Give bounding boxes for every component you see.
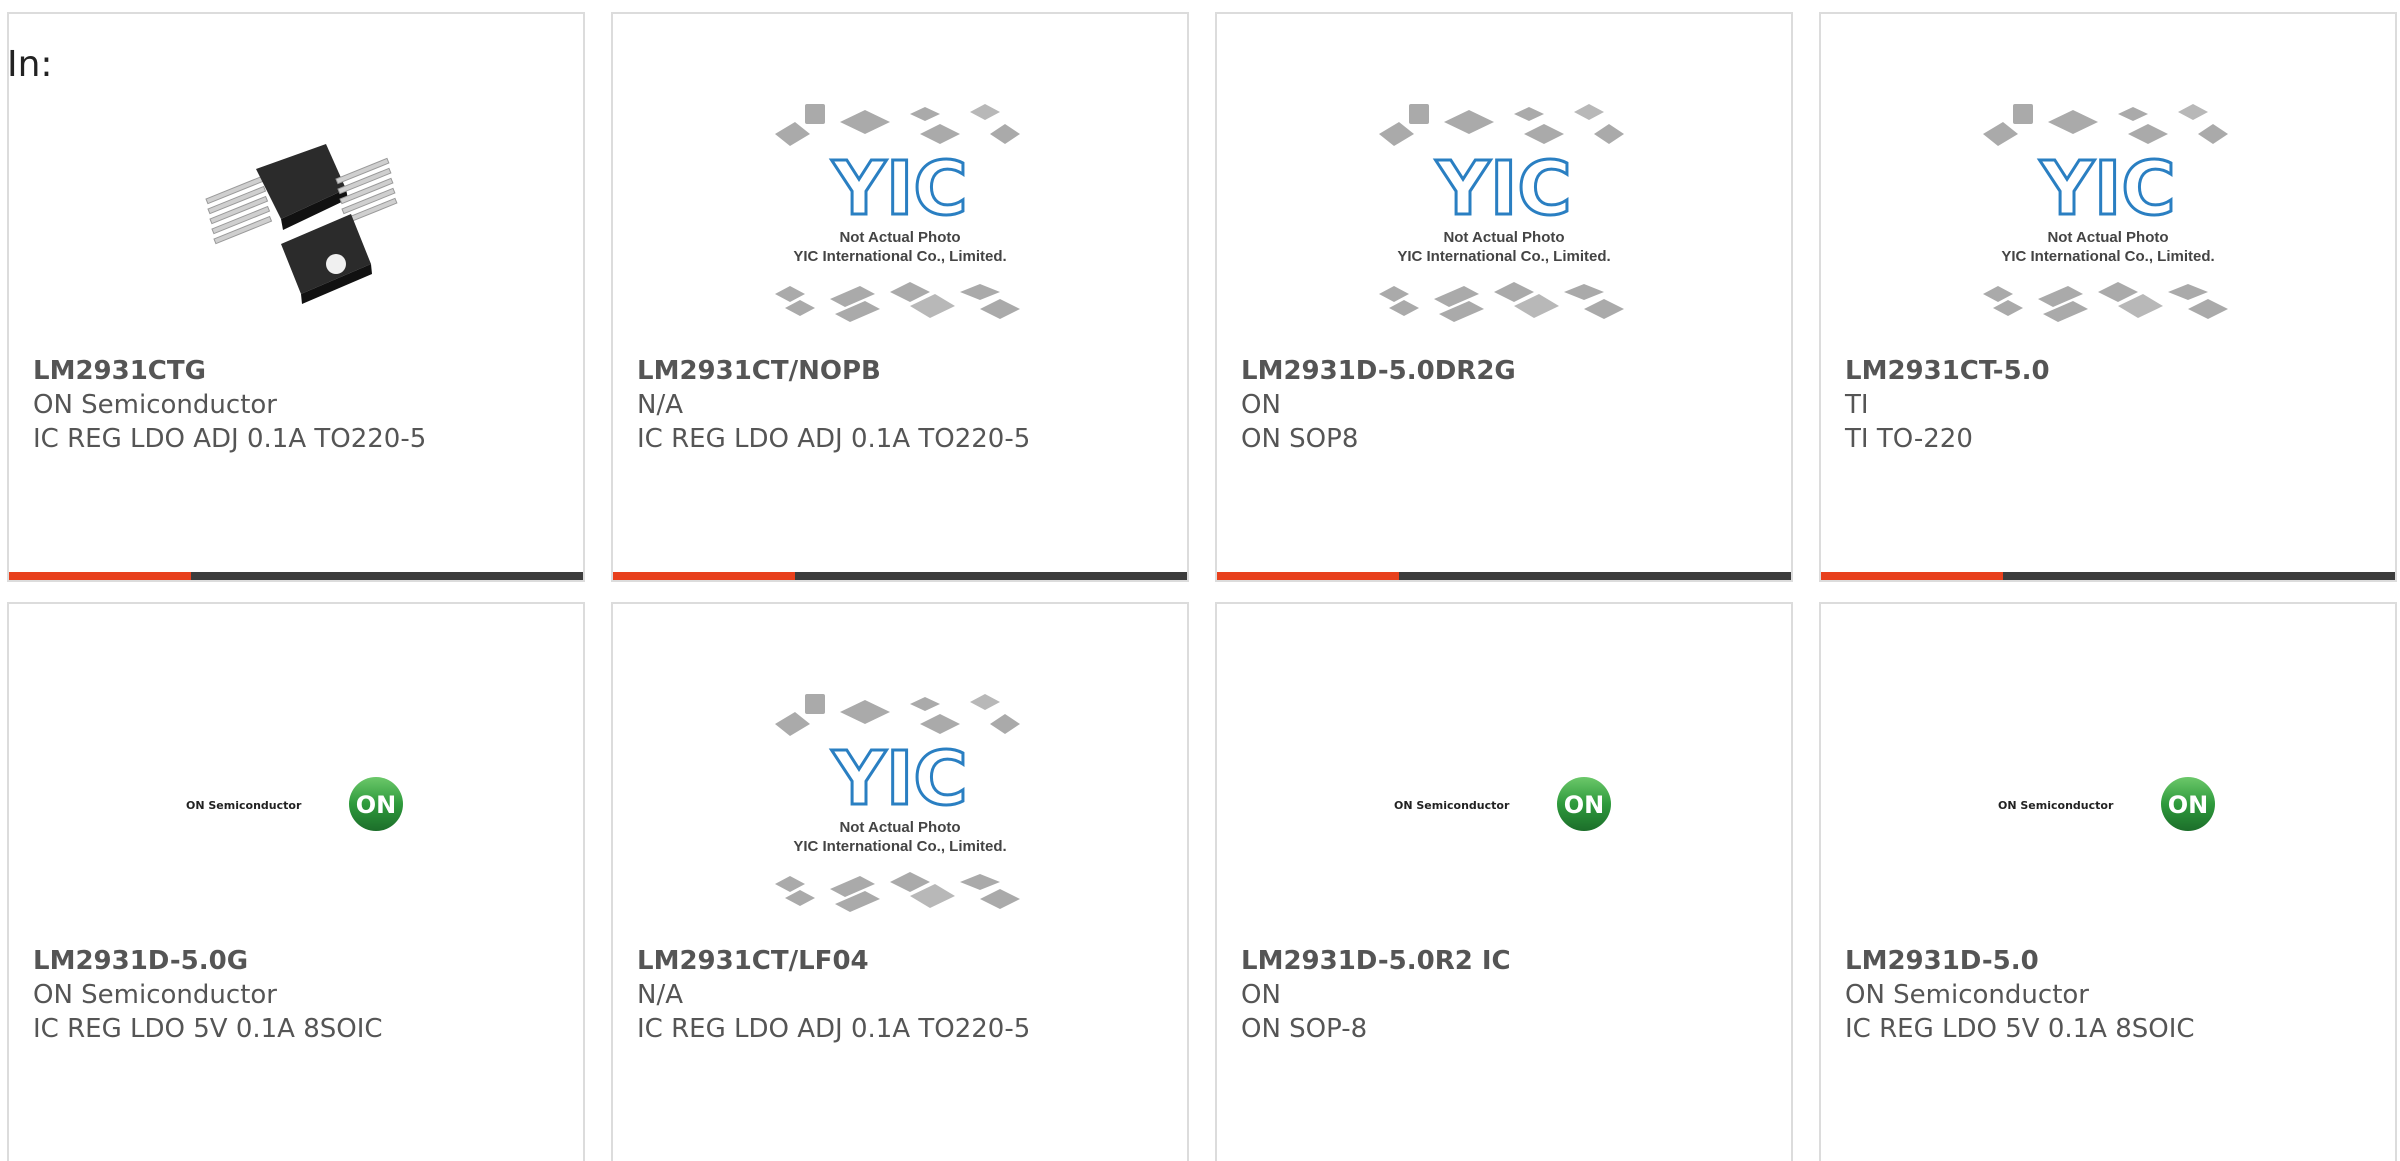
- manufacturer: TI: [1845, 390, 1869, 420]
- manufacturer: N/A: [637, 390, 683, 420]
- placeholder-line-2: YIC International Co., Limited.: [793, 838, 1006, 855]
- product-image[interactable]: YIC Not Actual Photo YIC International C…: [1821, 69, 2395, 359]
- card-underbar-accent: [9, 572, 191, 580]
- placeholder-line-2: YIC International Co., Limited.: [2001, 248, 2214, 265]
- yic-placeholder-image: YIC Not Actual Photo YIC International C…: [775, 694, 1020, 912]
- product-card[interactable]: ON Semiconductor ON LM2931D-5.0R2 IC ON …: [1215, 602, 1793, 1161]
- part-number-link[interactable]: LM2931CTG: [33, 354, 573, 388]
- part-number-link[interactable]: LM2931CT/NOPB: [637, 354, 1177, 388]
- filter-label: In:: [7, 44, 53, 85]
- product-image[interactable]: ON Semiconductor ON: [1821, 659, 2395, 949]
- part-number-link[interactable]: LM2931D-5.0R2 IC: [1241, 944, 1781, 978]
- on-wordmark: ON Semiconductor: [1394, 799, 1510, 812]
- card-underbar: [9, 572, 583, 580]
- on-badge: ON: [2168, 791, 2209, 819]
- product-image[interactable]: YIC Not Actual Photo YIC International C…: [613, 659, 1187, 949]
- manufacturer: N/A: [637, 980, 683, 1010]
- description: ON SOP-8: [1241, 1014, 1368, 1044]
- product-grid-page: In: LM2931CTG ON Semiconductor IC REG LD…: [0, 0, 2400, 1161]
- description: IC REG LDO ADJ 0.1A TO220-5: [637, 1014, 1031, 1044]
- product-info: LM2931CT-5.0 TI TI TO-220: [1845, 354, 2385, 456]
- description: ON SOP8: [1241, 424, 1359, 454]
- product-image[interactable]: YIC Not Actual Photo YIC International C…: [1217, 69, 1791, 359]
- placeholder-line-1: Not Actual Photo: [1443, 229, 1564, 246]
- yic-placeholder-image: YIC Not Actual Photo YIC International C…: [1379, 104, 1624, 322]
- product-info: LM2931D-5.0 ON Semiconductor IC REG LDO …: [1845, 944, 2385, 1046]
- yic-placeholder-image: YIC Not Actual Photo YIC International C…: [775, 104, 1020, 322]
- description: IC REG LDO ADJ 0.1A TO220-5: [637, 424, 1031, 454]
- placeholder-line-2: YIC International Co., Limited.: [1397, 248, 1610, 265]
- card-underbar: [1821, 572, 2395, 580]
- product-info: LM2931CTG ON Semiconductor IC REG LDO AD…: [33, 354, 573, 456]
- card-underbar: [1217, 572, 1791, 580]
- description: IC REG LDO ADJ 0.1A TO220-5: [33, 424, 427, 454]
- product-card[interactable]: ON Semiconductor ON LM2931D-5.0 ON Semic…: [1819, 602, 2397, 1161]
- on-semiconductor-logo: ON Semiconductor ON: [186, 777, 403, 831]
- yic-logo-text: YIC: [1435, 146, 1571, 232]
- part-number-link[interactable]: LM2931CT-5.0: [1845, 354, 2385, 388]
- card-underbar: [613, 572, 1187, 580]
- product-info: LM2931D-5.0G ON Semiconductor IC REG LDO…: [33, 944, 573, 1046]
- product-card[interactable]: YIC Not Actual Photo YIC International C…: [1819, 12, 2397, 582]
- manufacturer: ON Semiconductor: [33, 390, 277, 420]
- product-info: LM2931CT/LF04 N/A IC REG LDO ADJ 0.1A TO…: [637, 944, 1177, 1046]
- on-badge: ON: [356, 791, 397, 819]
- on-semiconductor-logo: ON Semiconductor ON: [1394, 777, 1611, 831]
- product-image[interactable]: YIC Not Actual Photo YIC International C…: [613, 69, 1187, 359]
- manufacturer: ON Semiconductor: [33, 980, 277, 1010]
- description: IC REG LDO 5V 0.1A 8SOIC: [1845, 1014, 2195, 1044]
- part-number-link[interactable]: LM2931D-5.0: [1845, 944, 2385, 978]
- on-wordmark: ON Semiconductor: [1998, 799, 2114, 812]
- placeholder-line-1: Not Actual Photo: [839, 229, 960, 246]
- placeholder-line-1: Not Actual Photo: [2047, 229, 2168, 246]
- product-card[interactable]: YIC Not Actual Photo YIC International C…: [1215, 12, 1793, 582]
- card-underbar-accent: [1217, 572, 1399, 580]
- product-info: LM2931CT/NOPB N/A IC REG LDO ADJ 0.1A TO…: [637, 354, 1177, 456]
- yic-placeholder-image: YIC Not Actual Photo YIC International C…: [1983, 104, 2228, 322]
- product-info: LM2931D-5.0DR2G ON ON SOP8: [1241, 354, 1781, 456]
- product-card[interactable]: YIC Not Actual Photo YIC International C…: [611, 602, 1189, 1161]
- part-number-link[interactable]: LM2931D-5.0DR2G: [1241, 354, 1781, 388]
- yic-logo-text: YIC: [2039, 146, 2175, 232]
- part-number-link[interactable]: LM2931CT/LF04: [637, 944, 1177, 978]
- product-image[interactable]: [9, 69, 583, 359]
- on-semiconductor-logo: ON Semiconductor ON: [1998, 777, 2215, 831]
- manufacturer: ON: [1241, 980, 1281, 1010]
- yic-logo-text: YIC: [831, 736, 967, 822]
- yic-logo-text: YIC: [831, 146, 967, 232]
- manufacturer: ON Semiconductor: [1845, 980, 2089, 1010]
- card-underbar-accent: [1821, 572, 2003, 580]
- product-image[interactable]: ON Semiconductor ON: [1217, 659, 1791, 949]
- product-card[interactable]: YIC Not Actual Photo YIC International C…: [611, 12, 1189, 582]
- product-card[interactable]: LM2931CTG ON Semiconductor IC REG LDO AD…: [7, 12, 585, 582]
- on-wordmark: ON Semiconductor: [186, 799, 302, 812]
- product-info: LM2931D-5.0R2 IC ON ON SOP-8: [1241, 944, 1781, 1046]
- card-underbar-accent: [613, 572, 795, 580]
- to220-package-photo: [205, 144, 398, 304]
- on-badge: ON: [1564, 791, 1605, 819]
- description: IC REG LDO 5V 0.1A 8SOIC: [33, 1014, 383, 1044]
- product-image[interactable]: ON Semiconductor ON: [9, 659, 583, 949]
- part-number-link[interactable]: LM2931D-5.0G: [33, 944, 573, 978]
- description: TI TO-220: [1845, 424, 1973, 454]
- placeholder-line-2: YIC International Co., Limited.: [793, 248, 1006, 265]
- placeholder-line-1: Not Actual Photo: [839, 819, 960, 836]
- manufacturer: ON: [1241, 390, 1281, 420]
- product-card[interactable]: ON Semiconductor ON LM2931D-5.0G ON Semi…: [7, 602, 585, 1161]
